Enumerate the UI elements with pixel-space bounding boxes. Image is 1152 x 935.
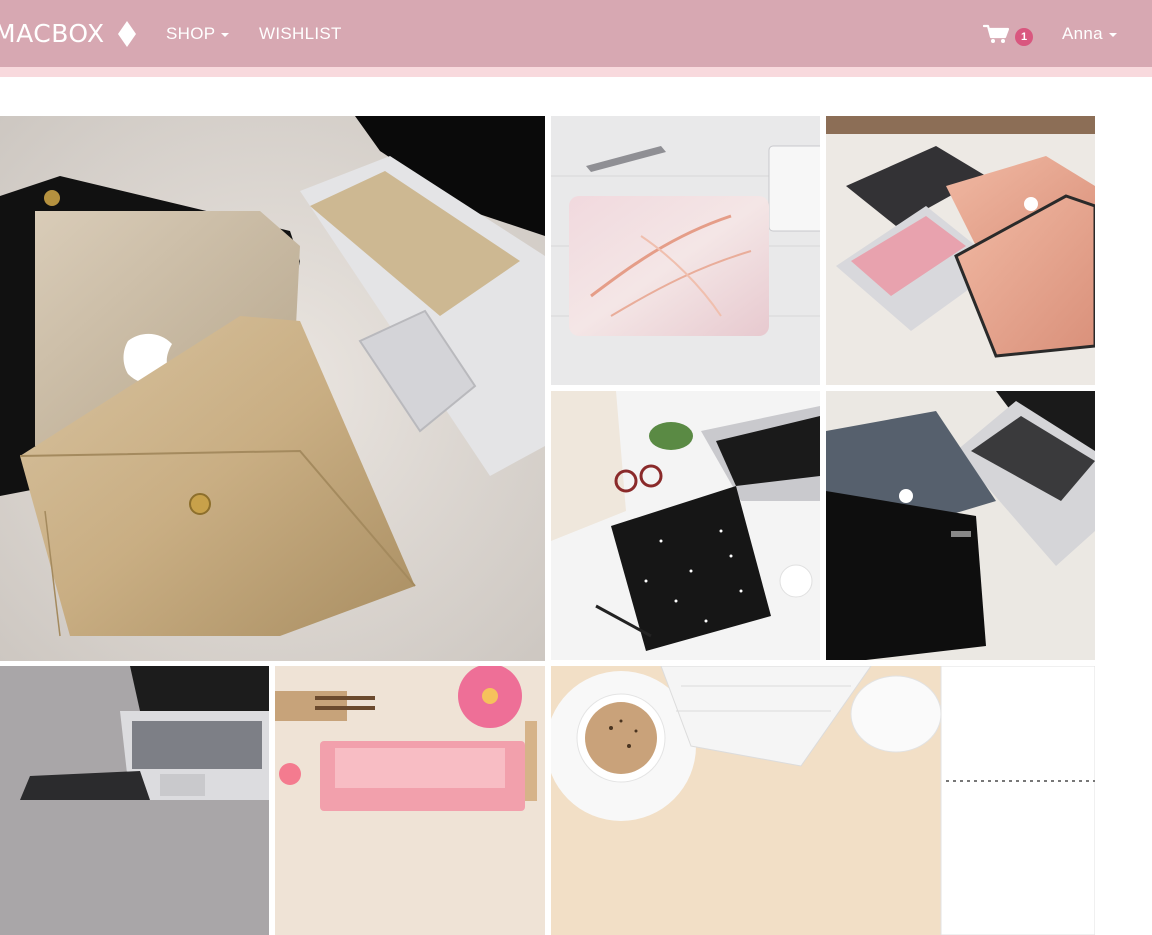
cart-icon xyxy=(982,24,1010,49)
nav-shop-dropdown[interactable]: SHOP xyxy=(166,23,230,45)
user-name: Anna xyxy=(1062,24,1103,43)
product-photo xyxy=(826,116,1095,385)
product-photo xyxy=(551,391,820,660)
nav-wishlist[interactable]: WISHLIST xyxy=(259,23,342,45)
gallery-tile-grey-fur[interactable] xyxy=(0,666,269,935)
nav-wishlist-label: WISHLIST xyxy=(259,24,342,43)
product-photo xyxy=(0,116,545,661)
product-photo xyxy=(551,666,1095,935)
diamond-icon xyxy=(117,21,137,47)
gallery-tile-coffee-workspace[interactable] xyxy=(551,666,1095,935)
navbar-accent-stripe xyxy=(0,67,1152,77)
product-photo xyxy=(275,666,545,935)
navbar: MACBOX SHOP WISHLIST 1 Anna xyxy=(0,0,1152,67)
product-photo xyxy=(0,666,269,935)
product-photo xyxy=(826,391,1095,660)
brand-logo[interactable]: MACBOX xyxy=(0,19,137,49)
nav-shop-label: SHOP xyxy=(166,24,216,43)
brand-name: MACBOX xyxy=(0,19,105,48)
product-photo xyxy=(551,116,820,385)
gallery-tile-pink-watercolor[interactable] xyxy=(275,666,545,935)
gallery-tile-pink-marble[interactable] xyxy=(551,116,820,385)
cart-count-badge: 1 xyxy=(1015,27,1033,46)
gallery-tile-rose-gold[interactable] xyxy=(826,116,1095,385)
gallery-tile-black-speckled[interactable] xyxy=(551,391,820,660)
chevron-down-icon xyxy=(221,33,230,37)
gallery-tile-black-leather[interactable] xyxy=(826,391,1095,660)
chevron-down-icon xyxy=(1108,33,1117,37)
user-menu-dropdown[interactable]: Anna xyxy=(1062,23,1117,45)
cart-button[interactable]: 1 xyxy=(982,24,1033,49)
gallery-tile-gold-envelope[interactable] xyxy=(0,116,545,661)
